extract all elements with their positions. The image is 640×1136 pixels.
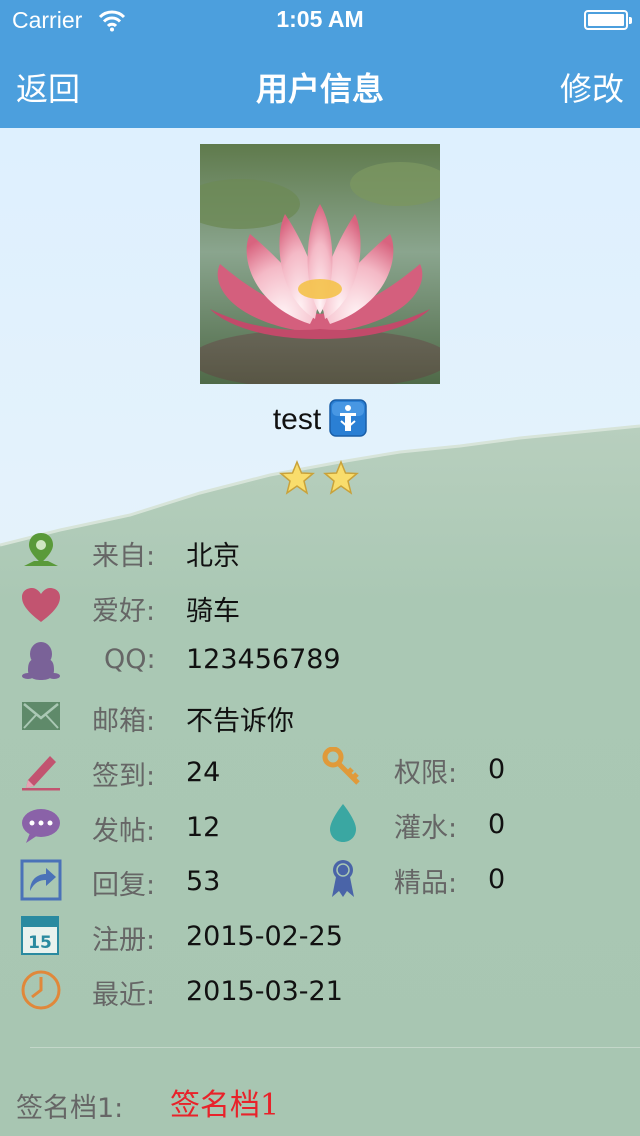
navigation-bar: 返回 用户信息 修改: [0, 40, 640, 128]
star-icon: [279, 460, 315, 495]
signature-value: 签名档1: [170, 1088, 280, 1123]
hobby-value: 骑车: [186, 596, 240, 627]
calendar-icon: 15: [21, 916, 59, 955]
field-qq: QQ: 123456789: [20, 642, 620, 684]
rating-stars: [279, 460, 359, 495]
star-icon: [323, 460, 359, 495]
email-label: 邮箱:: [92, 706, 156, 737]
posts-label: 发帖:: [92, 816, 156, 847]
signature-label: 签名档1:: [16, 1093, 124, 1124]
field-water: 灌水: 0: [322, 804, 622, 846]
username: test: [272, 402, 322, 436]
username-row: test: [0, 399, 640, 440]
featured-label: 精品:: [394, 868, 458, 899]
field-from: 来自: 北京: [20, 533, 620, 574]
registered-value: 2015-02-25: [186, 921, 343, 952]
email-value: 不告诉你: [186, 706, 294, 737]
featured-value: 0: [488, 864, 506, 895]
from-value: 北京: [186, 541, 240, 572]
field-registered: 15 注册: 2015-02-25: [20, 916, 620, 958]
key-icon: [322, 747, 360, 785]
checkin-label: 签到:: [92, 761, 156, 792]
recent-label: 最近:: [92, 980, 156, 1011]
edit-button[interactable]: 修改: [560, 64, 624, 110]
field-posts: 发帖: 12: [20, 809, 310, 849]
replies-value: 53: [186, 866, 221, 897]
status-bar: Carrier 1:05 AM: [0, 0, 640, 40]
water-drop-icon: [330, 804, 356, 842]
field-featured: 精品: 0: [322, 860, 622, 901]
speech-bubble-icon: [22, 809, 60, 843]
recent-value: 2015-03-21: [186, 976, 343, 1007]
heart-icon: [22, 588, 60, 622]
clock-icon: [21, 970, 61, 1010]
svg-text:15: 15: [28, 933, 52, 953]
reply-icon: [20, 859, 62, 901]
from-label: 来自:: [92, 541, 156, 572]
field-email: 邮箱: 不告诉你: [20, 699, 620, 739]
permission-value: 0: [488, 754, 506, 785]
registered-label: 注册:: [92, 925, 156, 956]
status-time: 1:05 AM: [276, 6, 364, 32]
info-icon[interactable]: [329, 399, 367, 437]
posts-value: 12: [186, 812, 221, 843]
pencil-icon: [22, 756, 60, 791]
field-permission: 权限: 0: [322, 747, 622, 791]
location-pin-icon: [24, 533, 58, 566]
permission-label: 权限:: [394, 758, 458, 789]
hobby-label: 爱好:: [92, 596, 156, 627]
ribbon-badge-icon: [332, 860, 354, 897]
envelope-icon: [22, 702, 60, 730]
battery-icon: [584, 10, 632, 30]
qq-penguin-icon: [22, 642, 60, 680]
water-value: 0: [488, 809, 506, 840]
qq-label: QQ:: [104, 644, 156, 675]
page-title: 用户信息: [255, 70, 384, 108]
avatar[interactable]: [200, 144, 440, 384]
field-recent: 最近: 2015-03-21: [20, 970, 620, 1013]
field-checkin: 签到: 24: [20, 754, 310, 794]
divider: [30, 1047, 640, 1048]
field-hobby: 爱好: 骑车: [20, 588, 620, 629]
checkin-value: 24: [186, 757, 221, 788]
field-replies: 回复: 53: [20, 859, 310, 903]
water-label: 灌水:: [394, 813, 458, 844]
replies-label: 回复:: [92, 870, 156, 901]
qq-value: 123456789: [186, 644, 341, 675]
